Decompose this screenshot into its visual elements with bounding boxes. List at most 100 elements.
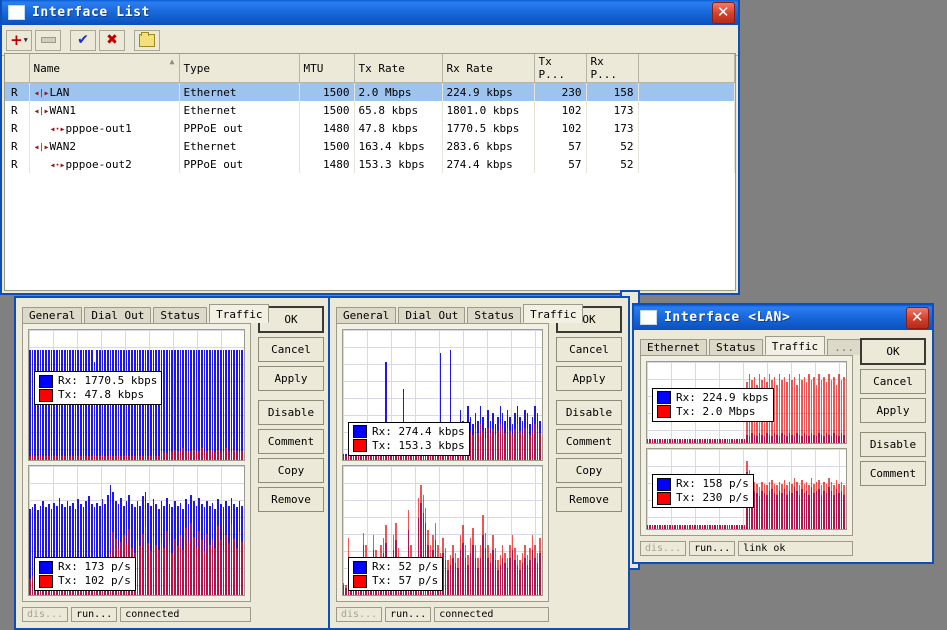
dlg1-bandwidth-legend: Rx: 1770.5 kbps Tx: 47.8 kbps	[34, 371, 163, 406]
row-name: ◂❘▸WAN2	[29, 137, 180, 155]
dlg2-packets-graph: Rx: 52 p/s Tx: 57 p/s	[342, 464, 543, 596]
dlg1-copy-button[interactable]: Copy	[258, 458, 324, 483]
link-status: link ok	[738, 541, 853, 556]
dlg2-tab-traffic[interactable]: Traffic	[523, 304, 584, 323]
bar	[241, 330, 244, 460]
dlg3-tab-traffic[interactable]: Traffic	[764, 336, 826, 355]
tx-value: Tx: 2.0 Mbps	[676, 404, 756, 418]
interface-lan-titlebar[interactable]: Interface <LAN> ✕	[634, 305, 932, 330]
dlg1-cancel-button[interactable]: Cancel	[258, 337, 324, 362]
row-flag: R	[5, 119, 30, 137]
dlg2-copy-button[interactable]: Copy	[556, 458, 622, 483]
comment-button[interactable]	[134, 29, 160, 51]
rx-color-swatch	[657, 391, 671, 405]
tx-value: Tx: 230 p/s	[676, 491, 749, 505]
table-row[interactable]: R ◂❘▸WAN2 Ethernet 1500 163.4 kbps 283.6 kbps…	[5, 137, 735, 155]
table-row[interactable]: R ◂❘▸LAN Ethernet 1500 2.0 Mbps 224.9 kbps 230…	[5, 82, 735, 101]
dlg2-comment-button[interactable]: Comment	[556, 429, 622, 454]
row-rx-rate: 1770.5 kbps	[442, 119, 535, 137]
dlg3-tabs: Ethernet Status Traffic...	[640, 336, 861, 355]
close-icon[interactable]: ✕	[712, 2, 735, 24]
row-name: ◂·▸pppoe-out1	[29, 119, 180, 137]
interface-table-body: R ◂❘▸LAN Ethernet 1500 2.0 Mbps 224.9 kbps 230…	[5, 82, 735, 173]
dlg2-packets-legend: Rx: 52 p/s Tx: 57 p/s	[348, 557, 444, 591]
row-tx-rate: 65.8 kbps	[354, 101, 443, 119]
row-type: Ethernet	[179, 82, 300, 101]
row-mtu: 1500	[299, 101, 355, 119]
dlg3-ok-button[interactable]: OK	[860, 338, 926, 365]
col-rx-rate[interactable]: Rx Rate	[442, 54, 535, 83]
row-spacer	[638, 82, 735, 101]
dlg3-comment-button[interactable]: Comment	[860, 461, 926, 486]
col-name[interactable]: Name ▲	[29, 54, 180, 83]
row-tx-rate: 2.0 Mbps	[354, 82, 443, 101]
dlg1-remove-button[interactable]: Remove	[258, 487, 324, 512]
dlg3-bandwidth-graph: Rx: 224.9 kbps Tx: 2.0 Mbps	[646, 361, 847, 444]
rx-color-swatch	[353, 560, 367, 574]
col-type[interactable]: Type	[179, 54, 300, 83]
pppoe-out2-dialog: General Dial Out Status Traffic Rx: 274.4 k…	[328, 296, 630, 630]
row-flag: R	[5, 155, 30, 173]
interface-lan-title: Interface <LAN>	[664, 310, 791, 325]
dlg2-apply-button[interactable]: Apply	[556, 366, 622, 391]
col-rx-packets[interactable]: Rx P...	[586, 54, 639, 83]
dlg1-tab-dialout[interactable]: Dial Out	[84, 307, 152, 323]
dlg2-tab-dialout[interactable]: Dial Out	[398, 307, 466, 323]
col-tx-packets[interactable]: Tx P...	[534, 54, 587, 83]
dlg3-bandwidth-legend: Rx: 224.9 kbps Tx: 2.0 Mbps	[652, 387, 774, 422]
dlg2-buttons: OK Cancel Apply Disable Comment Copy Remove	[556, 304, 622, 622]
table-row[interactable]: R ◂·▸pppoe-out2 PPPoE out 1480 153.3 kbps 274…	[5, 155, 735, 173]
dlg2-remove-button[interactable]: Remove	[556, 487, 622, 512]
interface-lan-dialog: Interface <LAN> ✕ Ethernet Status Traffic.…	[632, 303, 934, 564]
interface-list-toolbar: + ▼ ✔ ✖	[2, 25, 738, 56]
dlg3-disable-button[interactable]: Disable	[860, 432, 926, 457]
dlg1-tab-traffic[interactable]: Traffic	[209, 304, 270, 323]
enable-button[interactable]: ✔	[70, 29, 96, 51]
tx-value: Tx: 57 p/s	[372, 574, 439, 587]
dlg1-disable-button[interactable]: Disable	[258, 400, 324, 425]
remove-button[interactable]	[35, 29, 61, 51]
table-row[interactable]: R ◂·▸pppoe-out1 PPPoE out 1480 47.8 kbps 1770…	[5, 119, 735, 137]
dlg2-bandwidth-graph: Rx: 274.4 kbps Tx: 153.3 kbps	[342, 329, 543, 461]
running-status: run...	[385, 607, 432, 622]
row-name: ◂❘▸LAN	[29, 82, 180, 101]
dlg3-tab-[interactable]: ...	[827, 339, 861, 355]
dlg3-cancel-button[interactable]: Cancel	[860, 369, 926, 394]
dlg1-bandwidth-graph: Rx: 1770.5 kbps Tx: 47.8 kbps	[28, 329, 245, 461]
dlg3-tab-status[interactable]: Status	[708, 339, 763, 355]
close-icon[interactable]: ✕	[906, 307, 929, 329]
row-type: Ethernet	[179, 137, 300, 155]
col-tx-rate[interactable]: Tx Rate	[354, 54, 443, 83]
pppoe-out1-dialog: General Dial Out Status Traffic Rx: 1770.5 …	[14, 296, 332, 630]
interface-table-container[interactable]: Name ▲ Type MTU Tx Rate Rx Rate Tx P... R…	[4, 53, 736, 291]
row-rx-rate: 224.9 kbps	[442, 82, 535, 101]
col-mtu[interactable]: MTU	[299, 54, 355, 83]
table-row[interactable]: R ◂❘▸WAN1 Ethernet 1500 65.8 kbps 1801.0 kbps…	[5, 101, 735, 119]
add-button[interactable]: + ▼	[6, 29, 32, 51]
dlg2-cancel-button[interactable]: Cancel	[556, 337, 622, 362]
dlg3-apply-button[interactable]: Apply	[860, 398, 926, 423]
row-rx-rate: 274.4 kbps	[442, 155, 535, 173]
dlg3-packets-graph: Rx: 158 p/s Tx: 230 p/s	[646, 447, 847, 530]
dlg2-tab-status[interactable]: Status	[467, 307, 522, 323]
disable-button[interactable]: ✖	[99, 29, 125, 51]
dlg1-buttons: OK Cancel Apply Disable Comment Copy Remove	[258, 304, 324, 622]
chevron-down-icon: ▼	[23, 36, 28, 44]
row-flag: R	[5, 82, 30, 101]
row-spacer	[638, 101, 735, 119]
interface-list-titlebar[interactable]: Interface List ✕	[2, 0, 738, 25]
row-flag: R	[5, 137, 30, 155]
col-flags[interactable]	[5, 54, 30, 83]
row-tx-packets: 230	[534, 82, 587, 101]
dlg2-disable-button[interactable]: Disable	[556, 400, 622, 425]
dlg1-apply-button[interactable]: Apply	[258, 366, 324, 391]
dlg3-statusbar: dis... run... link ok	[640, 541, 853, 556]
row-tx-packets: 57	[534, 137, 587, 155]
cross-icon: ✖	[106, 31, 118, 48]
dlg2-tab-general[interactable]: General	[336, 307, 397, 323]
dlg3-tab-ethernet[interactable]: Ethernet	[640, 339, 707, 355]
dlg1-tab-general[interactable]: General	[22, 307, 83, 323]
dlg1-tab-status[interactable]: Status	[153, 307, 208, 323]
dlg1-statusbar: dis... run... connected	[22, 607, 251, 622]
dlg1-comment-button[interactable]: Comment	[258, 429, 324, 454]
